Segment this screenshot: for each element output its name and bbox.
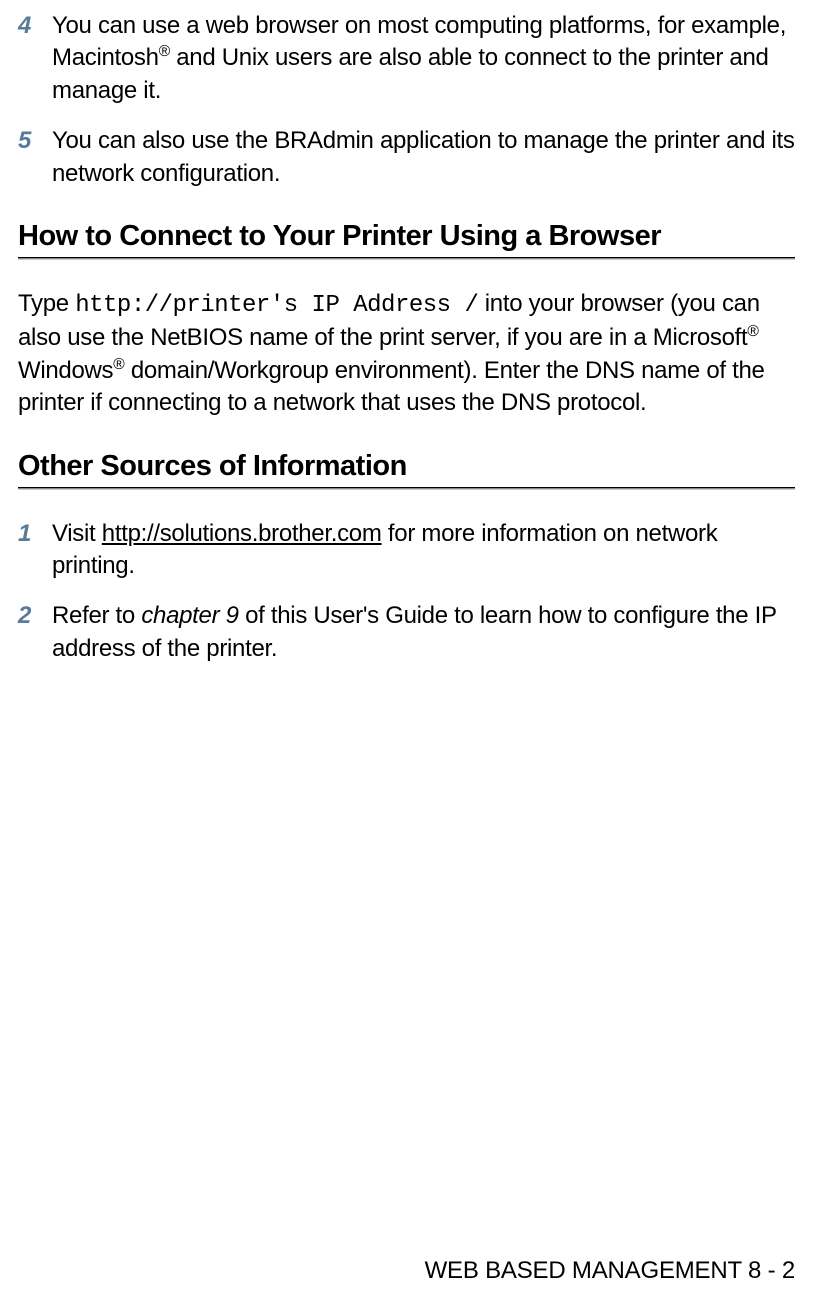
list-number: 1 [18, 518, 52, 583]
heading-connect: How to Connect to Your Printer Using a B… [18, 220, 795, 253]
list-item-5: 5 You can also use the BRAdmin applicati… [18, 125, 795, 190]
page-footer: WEB BASED MANAGEMENT 8 - 2 [425, 1257, 795, 1285]
list-item-2: 2 Refer to chapter 9 of this User's Guid… [18, 600, 795, 665]
list-text: You can also use the BRAdmin application… [52, 125, 795, 190]
list-text: You can use a web browser on most comput… [52, 10, 795, 107]
heading-rule [18, 257, 795, 260]
registered-mark: ® [113, 356, 124, 373]
list-text: Refer to chapter 9 of this User's Guide … [52, 600, 795, 665]
list-item-1: 1 Visit http://solutions.brother.com for… [18, 518, 795, 583]
list-item-4: 4 You can use a web browser on most comp… [18, 10, 795, 107]
list-number: 4 [18, 10, 52, 107]
solutions-link[interactable]: http://solutions.brother.com [102, 520, 382, 547]
url-code: http://printer's IP Address / [75, 292, 478, 319]
list-text: Visit http://solutions.brother.com for m… [52, 518, 795, 583]
registered-mark: ® [159, 43, 170, 60]
registered-mark: ® [747, 323, 758, 340]
paragraph-connect: Type http://printer's IP Address / into … [18, 288, 795, 420]
chapter-reference: chapter 9 [141, 602, 238, 629]
list-number: 2 [18, 600, 52, 665]
list-number: 5 [18, 125, 52, 190]
heading-other-sources: Other Sources of Information [18, 450, 795, 483]
heading-rule [18, 487, 795, 490]
